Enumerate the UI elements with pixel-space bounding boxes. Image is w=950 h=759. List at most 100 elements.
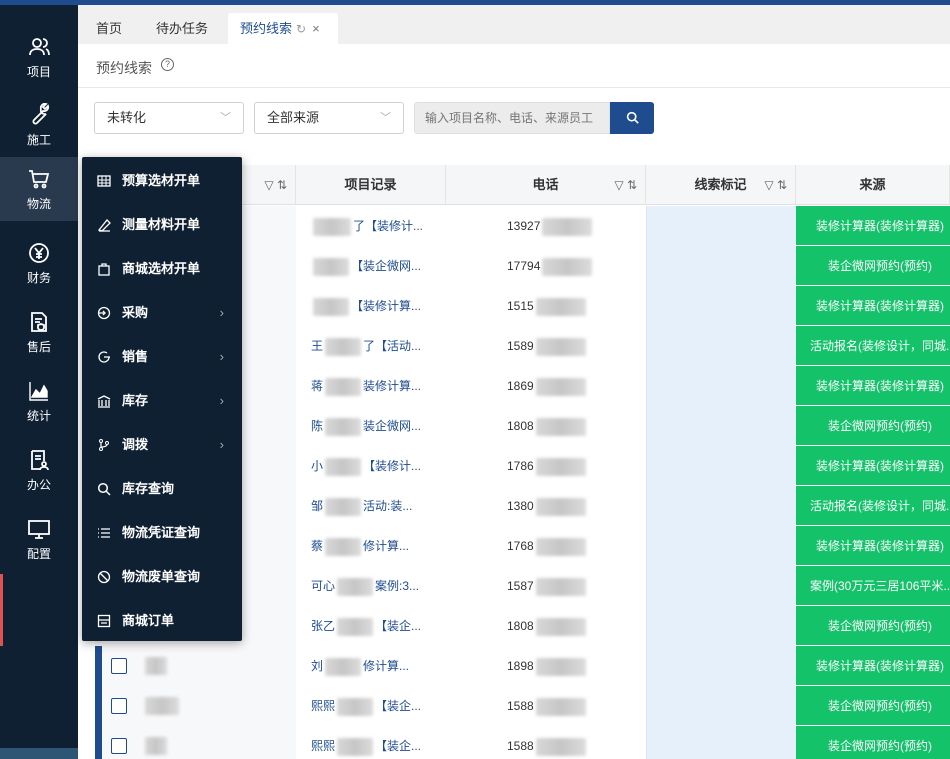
- tab-home[interactable]: 首页: [84, 13, 134, 44]
- phone-cell: 17794: [446, 246, 646, 286]
- bag-icon: [98, 263, 110, 276]
- mark-cell[interactable]: [646, 246, 796, 286]
- menu-item-order[interactable]: 商城订单: [82, 599, 242, 643]
- sidebar-item-construction[interactable]: 施工: [0, 93, 78, 153]
- record-prefix: 邹: [311, 499, 324, 513]
- blurred-text: [535, 497, 586, 516]
- record-prefix: 小: [311, 459, 324, 473]
- record-cell[interactable]: 可心 案例:3...: [296, 566, 446, 606]
- menu-item-warehouse[interactable]: 库存 ›: [82, 379, 242, 423]
- row-checkbox[interactable]: [111, 738, 127, 754]
- menu-item-label: 调拨: [122, 437, 149, 452]
- record-cell[interactable]: 陈 装企微网...: [296, 406, 446, 446]
- mark-cell[interactable]: [646, 286, 796, 326]
- mark-cell[interactable]: [646, 366, 796, 406]
- record-text: 【装企...: [375, 619, 422, 633]
- menu-item-search[interactable]: 库存查询: [82, 467, 242, 511]
- sidebar-item-label: 办公: [26, 478, 51, 492]
- record-cell[interactable]: 熙熙 【装企...: [296, 726, 446, 759]
- menu-item-label: 预算选材开单: [122, 173, 201, 188]
- blurred-text: [325, 457, 362, 476]
- chevron-right-icon: ›: [219, 305, 224, 320]
- help-icon[interactable]: ?: [161, 58, 174, 71]
- mark-cell[interactable]: [646, 646, 796, 686]
- close-icon[interactable]: ×: [312, 13, 320, 44]
- menu-item-transfer[interactable]: 调拨 ›: [82, 423, 242, 467]
- menu-item-ban[interactable]: 物流废单查询: [82, 555, 242, 599]
- blurred-text: [535, 417, 586, 436]
- column-header-mark[interactable]: 线索标记 ▽ ⇅: [646, 165, 796, 205]
- mark-cell[interactable]: [646, 446, 796, 486]
- record-cell[interactable]: 邹 活动:装...: [296, 486, 446, 526]
- chevron-down-icon: ﹀: [220, 112, 231, 124]
- table-row[interactable]: 熙熙 【装企... 1588 装企微网预约(预约): [95, 726, 950, 759]
- record-cell[interactable]: 刘 修计算...: [296, 646, 446, 686]
- mark-cell[interactable]: [646, 526, 796, 566]
- sidebar-item-settings[interactable]: 配置: [0, 507, 78, 567]
- record-cell[interactable]: 张乙 【装企...: [296, 606, 446, 646]
- menu-item-ruler[interactable]: 测量材料开单: [82, 203, 242, 247]
- sidebar-footer: [0, 748, 78, 759]
- record-cell[interactable]: 蔡 修计算...: [296, 526, 446, 566]
- phone-cell: 1808: [446, 606, 646, 646]
- row-checkbox[interactable]: [111, 658, 127, 674]
- tab-appointment-leads[interactable]: 预约线索 ↻ ×: [228, 13, 338, 44]
- blurred-text: [325, 537, 362, 556]
- sidebar-item-aftersales[interactable]: 售后: [0, 300, 78, 360]
- mark-cell[interactable]: [646, 486, 796, 526]
- filter-sort-icon[interactable]: ▽ ⇅: [614, 165, 637, 205]
- phone-cell: 1588: [446, 686, 646, 726]
- record-cell[interactable]: 王 了【活动...: [296, 326, 446, 366]
- record-cell[interactable]: 熙熙 【装企...: [296, 686, 446, 726]
- row-select-cell: [95, 726, 296, 759]
- mark-cell[interactable]: [646, 606, 796, 646]
- sidebar-item-finance[interactable]: 财务: [0, 231, 78, 291]
- record-cell[interactable]: 【装企微网...: [296, 246, 446, 286]
- column-header-phone[interactable]: 电话 ▽ ⇅: [446, 165, 646, 205]
- menu-item-table[interactable]: 预算选材开单: [82, 159, 242, 203]
- source-cell: 装企微网预约(预约): [796, 406, 950, 446]
- column-header-source[interactable]: 来源: [796, 165, 950, 205]
- row-marker: [95, 646, 102, 686]
- phone-text: 1808: [507, 419, 534, 433]
- record-cell[interactable]: 小 【装修计...: [296, 446, 446, 486]
- mark-cell[interactable]: [646, 406, 796, 446]
- record-text: 修计算...: [363, 539, 410, 553]
- column-header-record[interactable]: 项目记录: [296, 165, 446, 205]
- search-button[interactable]: [610, 102, 654, 134]
- search-input[interactable]: [414, 102, 610, 134]
- status-select[interactable]: 未转化 ﹀: [94, 102, 244, 134]
- order-icon: [97, 614, 111, 628]
- menu-item-list[interactable]: 物流凭证查询: [82, 511, 242, 555]
- filter-sort-icon[interactable]: ▽ ⇅: [764, 165, 787, 205]
- tab-todo[interactable]: 待办任务: [144, 13, 220, 44]
- source-select[interactable]: 全部来源 ﹀: [254, 102, 404, 134]
- source-text: 活动报名(装修设计，同城...: [810, 339, 950, 353]
- table-row[interactable]: 刘 修计算... 1898 装修计算器(装修计算器): [95, 646, 950, 686]
- mark-cell[interactable]: [646, 686, 796, 726]
- record-cell[interactable]: 【装修计算...: [296, 286, 446, 326]
- sidebar-item-statistics[interactable]: 统计: [0, 369, 78, 429]
- filter-sort-icon[interactable]: ▽ ⇅: [264, 165, 287, 205]
- phone-cell: 1786: [446, 446, 646, 486]
- phone-text: 1587: [507, 579, 534, 593]
- row-checkbox[interactable]: [111, 698, 127, 714]
- record-cell[interactable]: 了【装修计...: [296, 206, 446, 246]
- menu-item-sales[interactable]: 销售 ›: [82, 335, 242, 379]
- tab-label: 待办任务: [156, 21, 209, 36]
- table-row[interactable]: 熙熙 【装企... 1588 装企微网预约(预约): [95, 686, 950, 726]
- sidebar-item-logistics[interactable]: 物流: [0, 157, 78, 221]
- mark-cell[interactable]: [646, 206, 796, 246]
- menu-item-purchase[interactable]: 采购 ›: [82, 291, 242, 335]
- mark-cell[interactable]: [646, 566, 796, 606]
- mark-cell[interactable]: [646, 726, 796, 759]
- sidebar-item-office[interactable]: 办公: [0, 438, 78, 498]
- sidebar-item-project[interactable]: 项目: [0, 25, 78, 85]
- sales-icon: [98, 351, 110, 363]
- record-prefix: 张乙: [311, 619, 336, 633]
- menu-item-bag[interactable]: 商城选材开单: [82, 247, 242, 291]
- refresh-icon[interactable]: ↻: [296, 14, 306, 45]
- source-select-value: 全部来源: [267, 110, 320, 125]
- mark-cell[interactable]: [646, 326, 796, 366]
- record-cell[interactable]: 蒋 装修计算...: [296, 366, 446, 406]
